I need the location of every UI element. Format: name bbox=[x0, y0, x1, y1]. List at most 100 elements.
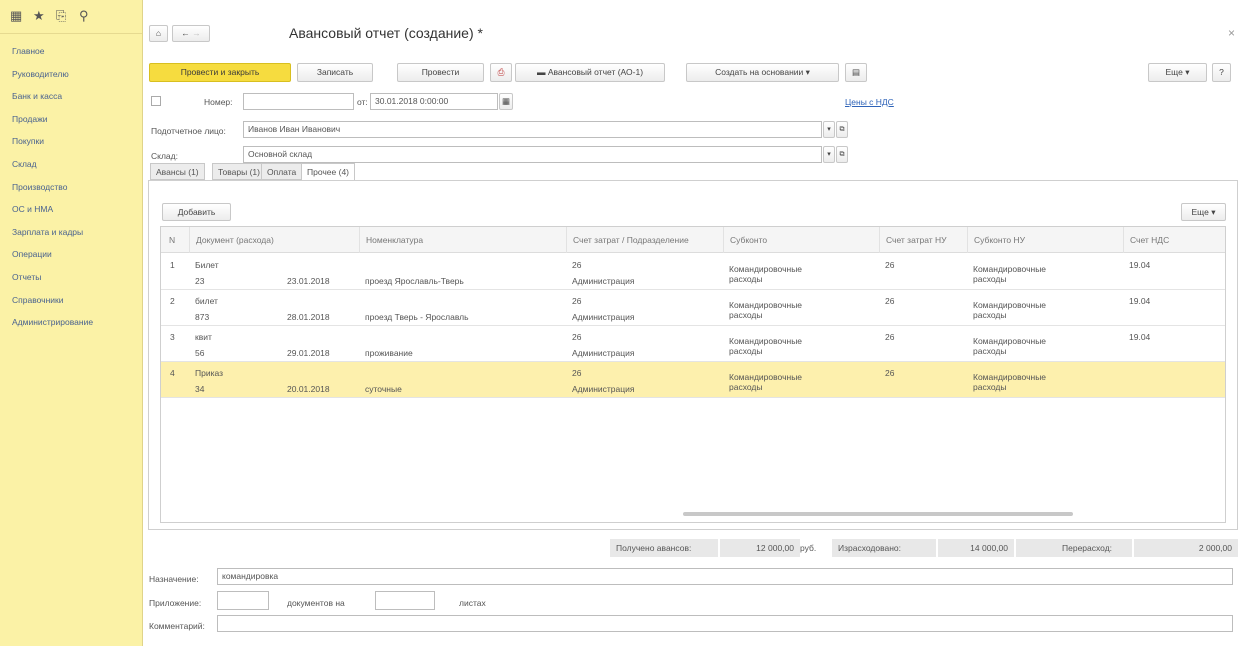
table-row[interactable]: 1 Билет 23 23.01.2018 проезд Ярославль-Т… bbox=[161, 254, 1225, 290]
sidebar-item-bank[interactable]: Банк и касса bbox=[0, 85, 142, 108]
create-based-on-button[interactable]: Создать на основании ▾ bbox=[686, 63, 839, 82]
row-department: Администрация bbox=[572, 348, 635, 358]
sidebar-item-admin[interactable]: Администрирование bbox=[0, 311, 142, 334]
row-date: 28.01.2018 bbox=[287, 312, 330, 322]
row-subconto-nu: Командировочные расходы bbox=[973, 264, 1047, 284]
purpose-field[interactable]: командировка bbox=[217, 568, 1233, 585]
row-department: Администрация bbox=[572, 276, 635, 286]
arrow-left-icon: ← bbox=[181, 28, 190, 38]
advances-received-value: 12 000,00 bbox=[720, 539, 800, 557]
dropdown-icon[interactable]: ▾ bbox=[823, 146, 835, 163]
sheets-label: листах bbox=[459, 598, 486, 608]
tab-other[interactable]: Прочее (4) bbox=[301, 163, 356, 181]
sidebar-item-reports[interactable]: Отчеты bbox=[0, 266, 142, 289]
row-cost-account: 26 bbox=[572, 296, 582, 306]
open-icon[interactable]: ⧉ bbox=[836, 146, 848, 163]
help-button[interactable]: ? bbox=[1212, 63, 1231, 82]
attachment-count-field[interactable] bbox=[217, 591, 269, 610]
row-number: 3 bbox=[170, 332, 175, 342]
calendar-icon[interactable]: ▦ bbox=[499, 93, 513, 110]
sidebar-item-purchases[interactable]: Покупки bbox=[0, 130, 142, 153]
overspent-label: Перерасход: bbox=[1016, 539, 1132, 557]
comment-label: Комментарий: bbox=[149, 621, 205, 631]
column-header-cost-account[interactable]: Счет затрат / Подразделение bbox=[566, 227, 689, 253]
expenses-table: N Документ (расхода) Номенклатура Счет з… bbox=[160, 226, 1226, 523]
sidebar-item-operations[interactable]: Операции bbox=[0, 243, 142, 266]
table-row[interactable]: 3 квит 56 29.01.2018 проживание 26 Админ… bbox=[161, 326, 1225, 362]
nav-back-forward[interactable]: ← → bbox=[172, 25, 210, 42]
warehouse-field[interactable]: Основной склад bbox=[243, 146, 822, 163]
sidebar-item-manager[interactable]: Руководителю bbox=[0, 63, 142, 86]
table-more-button[interactable]: Еще ▾ bbox=[1181, 203, 1226, 221]
sidebar-item-fixed-assets[interactable]: ОС и НМА bbox=[0, 198, 142, 221]
printer-icon: ▬ bbox=[536, 67, 546, 77]
row-document-number: 873 bbox=[195, 312, 210, 322]
row-date: 20.01.2018 bbox=[287, 384, 330, 394]
sidebar-item-warehouse[interactable]: Склад bbox=[0, 153, 142, 176]
column-header-subconto[interactable]: Субконто bbox=[723, 227, 767, 253]
print-ao1-button[interactable]: ▬ Авансовый отчет (АО-1) bbox=[515, 63, 665, 82]
open-icon[interactable]: ⧉ bbox=[836, 121, 848, 138]
sheets-count-field[interactable] bbox=[375, 591, 435, 610]
tab-advances[interactable]: Авансы (1) bbox=[150, 163, 205, 180]
sidebar-item-payroll[interactable]: Зарплата и кадры bbox=[0, 221, 142, 244]
row-cost-account: 26 bbox=[572, 332, 582, 342]
sidebar-item-main[interactable]: Главное bbox=[0, 40, 142, 63]
search-icon[interactable]: ⚲ bbox=[79, 9, 89, 23]
sidebar-item-production[interactable]: Производство bbox=[0, 176, 142, 199]
tab-payment[interactable]: Оплата bbox=[261, 163, 303, 180]
column-header-vat-account[interactable]: Счет НДС bbox=[1123, 227, 1169, 253]
post-and-close-button[interactable]: Провести и закрыть bbox=[149, 63, 291, 82]
chevron-down-icon: ▾ bbox=[1211, 207, 1216, 217]
comment-field[interactable] bbox=[217, 615, 1233, 632]
sidebar-toolbar: ▦ ★ ⎘ ⚲ bbox=[0, 0, 142, 34]
save-button[interactable]: Записать bbox=[297, 63, 373, 82]
row-nomenclature: проживание bbox=[365, 348, 413, 358]
attachment-label: Приложение: bbox=[149, 598, 202, 608]
home-button[interactable]: ⌂ bbox=[149, 25, 168, 42]
column-header-document[interactable]: Документ (расхода) bbox=[189, 227, 274, 253]
dropdown-icon[interactable]: ▾ bbox=[823, 121, 835, 138]
table-row-selected[interactable]: 4 Приказ 34 20.01.2018 суточные 26 Админ… bbox=[161, 362, 1225, 398]
date-field[interactable]: 30.01.2018 0:00:00 bbox=[370, 93, 498, 110]
row-department: Администрация bbox=[572, 312, 635, 322]
column-header-subconto-nu[interactable]: Субконто НУ bbox=[967, 227, 1025, 253]
row-cost-account-nu: 26 bbox=[885, 332, 895, 342]
add-row-button[interactable]: Добавить bbox=[162, 203, 231, 221]
column-header-nomenclature[interactable]: Номенклатура bbox=[359, 227, 423, 253]
row-document: билет bbox=[195, 296, 218, 306]
table-row[interactable]: 2 билет 873 28.01.2018 проезд Тверь - Яр… bbox=[161, 290, 1225, 326]
row-nomenclature: суточные bbox=[365, 384, 402, 394]
row-cost-account: 26 bbox=[572, 368, 582, 378]
sidebar-item-sales[interactable]: Продажи bbox=[0, 108, 142, 131]
row-document-number: 23 bbox=[195, 276, 205, 286]
row-subconto: Командировочные расходы bbox=[729, 372, 803, 392]
row-date: 29.01.2018 bbox=[287, 348, 330, 358]
column-header-n[interactable]: N bbox=[161, 227, 175, 253]
more-button[interactable]: Еще ▾ bbox=[1148, 63, 1207, 82]
row-vat-account: 19.04 bbox=[1129, 260, 1151, 270]
documents-on-label: документов на bbox=[287, 598, 345, 608]
accountable-person-field[interactable]: Иванов Иван Иванович bbox=[243, 121, 822, 138]
close-icon[interactable]: × bbox=[1228, 26, 1235, 40]
post-button[interactable]: Провести bbox=[397, 63, 484, 82]
horizontal-scrollbar[interactable] bbox=[683, 512, 1073, 516]
history-icon[interactable]: ⎘ bbox=[56, 9, 66, 23]
column-header-cost-account-nu[interactable]: Счет затрат НУ bbox=[879, 227, 947, 253]
sidebar-item-catalogs[interactable]: Справочники bbox=[0, 289, 142, 312]
row-department: Администрация bbox=[572, 384, 635, 394]
number-label: Номер: bbox=[204, 97, 233, 107]
grid-menu-icon[interactable]: ▦ bbox=[10, 9, 22, 23]
more-label: Еще bbox=[1165, 67, 1183, 77]
tab-goods[interactable]: Товары (1) bbox=[212, 163, 266, 180]
attach-icon[interactable]: ⎙ bbox=[490, 63, 512, 82]
number-field[interactable] bbox=[243, 93, 354, 110]
row-subconto: Командировочные расходы bbox=[729, 264, 803, 284]
prices-with-vat-link[interactable]: Цены с НДС bbox=[845, 97, 894, 107]
purpose-label: Назначение: bbox=[149, 574, 199, 584]
report-icon[interactable]: ▤ bbox=[845, 63, 867, 82]
advances-received-label: Получено авансов: bbox=[610, 539, 718, 557]
star-icon[interactable]: ★ bbox=[33, 9, 45, 23]
create-based-label: Создать на основании bbox=[715, 67, 804, 77]
row-document: квит bbox=[195, 332, 212, 342]
